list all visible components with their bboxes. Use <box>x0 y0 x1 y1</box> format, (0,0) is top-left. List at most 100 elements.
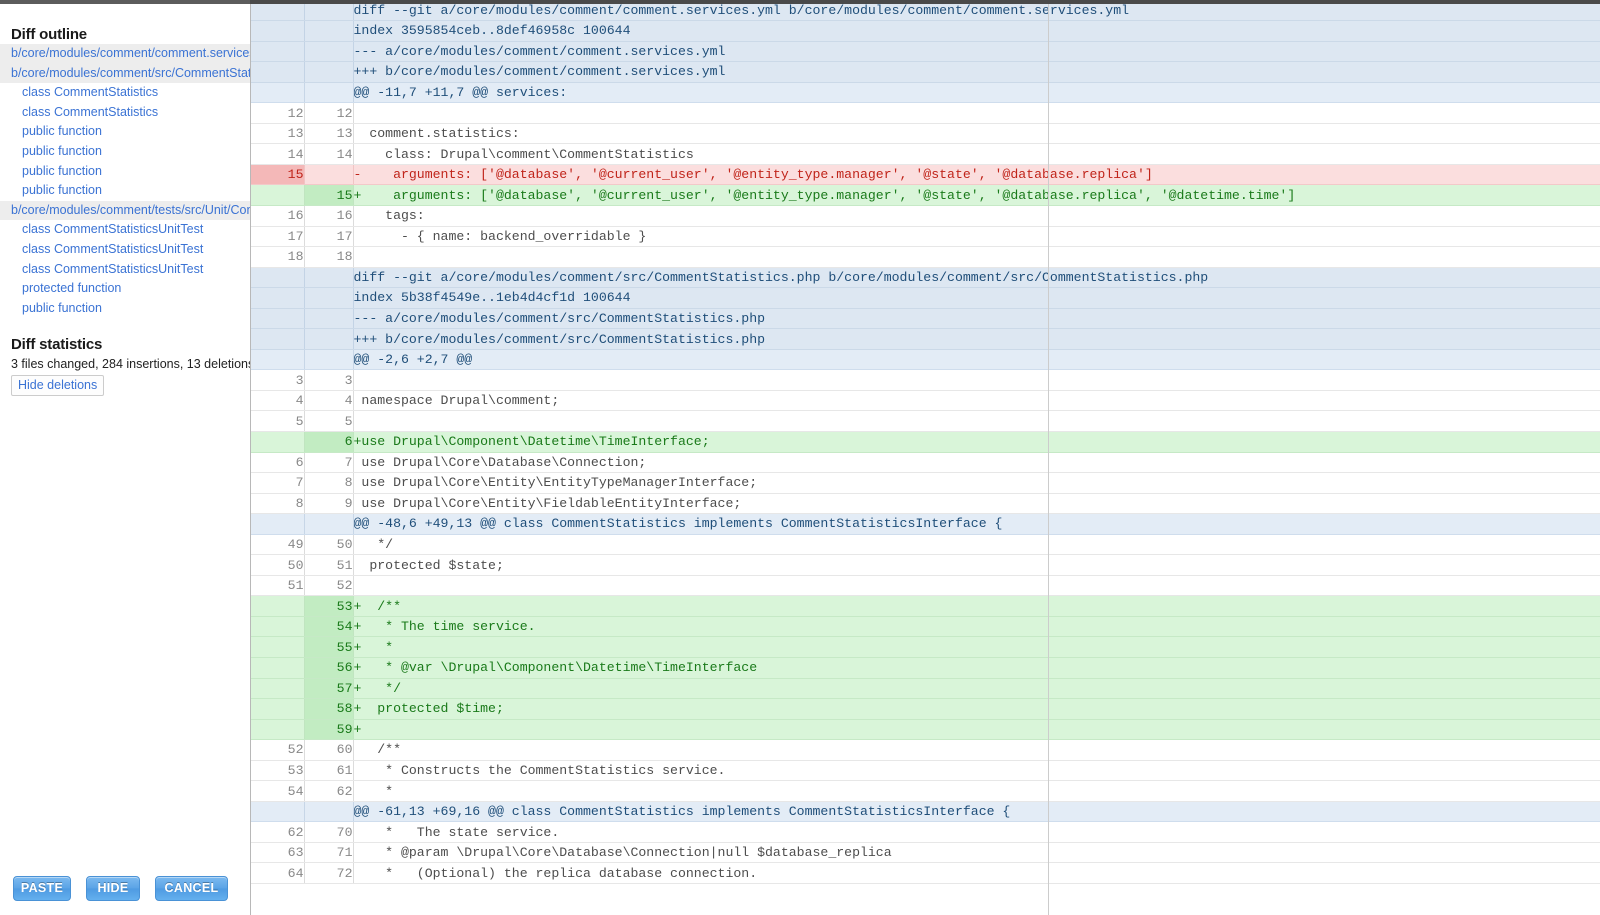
diff-code-cell[interactable]: protected $state; <box>353 555 1600 576</box>
diff-code-cell[interactable]: * <box>353 781 1600 802</box>
diff-code-cell[interactable]: +++ b/core/modules/comment/src/CommentSt… <box>353 329 1600 350</box>
diff-row-add: 59+ <box>251 719 1600 740</box>
diff-code-cell[interactable]: tags: <box>353 205 1600 226</box>
diff-row-ctx: 1616 tags: <box>251 205 1600 226</box>
paste-button[interactable]: PASTE <box>13 876 71 901</box>
old-line-number: 13 <box>251 123 304 144</box>
diff-code-cell[interactable] <box>353 411 1600 432</box>
diff-code-cell[interactable]: + */ <box>353 678 1600 699</box>
outline-symbol-item[interactable]: public function <box>0 142 250 162</box>
diff-code-cell[interactable]: */ <box>353 534 1600 555</box>
diff-code-cell[interactable]: + * The time service. <box>353 616 1600 637</box>
diff-code-cell[interactable]: @@ -61,13 +69,16 @@ class CommentStatist… <box>353 801 1600 822</box>
new-line-number: 60 <box>304 740 353 761</box>
sidebar: Diff outline b/core/modules/comment/comm… <box>0 0 250 915</box>
diff-code-cell[interactable]: - { name: backend_overridable } <box>353 226 1600 247</box>
new-line-number: 12 <box>304 103 353 124</box>
diff-row-meta: --- a/core/modules/comment/comment.servi… <box>251 41 1600 62</box>
outline-symbol-item[interactable]: class CommentStatistics <box>0 103 250 123</box>
outline-symbol-item[interactable]: public function <box>0 299 250 319</box>
old-line-number: 62 <box>251 822 304 843</box>
diff-code-cell[interactable]: index 3595854ceb..8def46958c 100644 <box>353 21 1600 42</box>
outline-file-item[interactable]: b/core/modules/comment/src/CommentStatis… <box>0 64 250 84</box>
hide-button[interactable]: HIDE <box>86 876 140 901</box>
diff-row-meta: --- a/core/modules/comment/src/CommentSt… <box>251 308 1600 329</box>
diff-row-ctx: 1212 <box>251 103 1600 124</box>
hide-deletions-button[interactable]: Hide deletions <box>11 375 104 396</box>
old-line-number <box>251 308 304 329</box>
new-line-number: 55 <box>304 637 353 658</box>
diff-code-cell[interactable] <box>353 247 1600 268</box>
outline-file-item[interactable]: b/core/modules/comment/tests/src/Unit/Co… <box>0 201 250 221</box>
diff-code-cell[interactable]: + arguments: ['@database', '@current_use… <box>353 185 1600 206</box>
diff-code-cell[interactable]: class: Drupal\comment\CommentStatistics <box>353 144 1600 165</box>
diff-row-ctx: 6472 * (Optional) the replica database c… <box>251 863 1600 884</box>
outline-symbol-item[interactable]: protected function <box>0 279 250 299</box>
cancel-button[interactable]: CANCEL <box>155 876 228 901</box>
new-line-number: 54 <box>304 616 353 637</box>
old-line-number <box>251 21 304 42</box>
diff-code-cell[interactable]: + /** <box>353 596 1600 617</box>
diff-code-cell[interactable]: + protected $time; <box>353 699 1600 720</box>
new-line-number <box>304 329 353 350</box>
diff-code-cell[interactable]: use Drupal\Core\Entity\EntityTypeManager… <box>353 473 1600 494</box>
outline-symbol-item[interactable]: public function <box>0 181 250 201</box>
new-line-number: 58 <box>304 699 353 720</box>
outline-file-item[interactable]: b/core/modules/comment/comment.services.… <box>0 44 250 64</box>
diff-code-cell[interactable]: * @param \Drupal\Core\Database\Connectio… <box>353 842 1600 863</box>
new-line-number: 57 <box>304 678 353 699</box>
new-line-number: 59 <box>304 719 353 740</box>
old-line-number: 16 <box>251 205 304 226</box>
diff-code-cell[interactable]: comment.statistics: <box>353 123 1600 144</box>
new-line-number: 15 <box>304 185 353 206</box>
diff-code-cell[interactable]: @@ -48,6 +49,13 @@ class CommentStatisti… <box>353 514 1600 535</box>
diff-row-ctx: 5051 protected $state; <box>251 555 1600 576</box>
diff-row-hunk: @@ -2,6 +2,7 @@ <box>251 349 1600 370</box>
diff-code-cell[interactable]: * Constructs the CommentStatistics servi… <box>353 760 1600 781</box>
old-line-number: 14 <box>251 144 304 165</box>
diff-code-cell[interactable]: + * <box>353 637 1600 658</box>
old-line-number <box>251 82 304 103</box>
diff-code-cell[interactable]: /** <box>353 740 1600 761</box>
diff-code-cell[interactable]: --- a/core/modules/comment/src/CommentSt… <box>353 308 1600 329</box>
new-line-number: 52 <box>304 575 353 596</box>
diff-row-meta: +++ b/core/modules/comment/src/CommentSt… <box>251 329 1600 350</box>
diff-code-cell[interactable]: namespace Drupal\comment; <box>353 390 1600 411</box>
diff-row-add: 55+ * <box>251 637 1600 658</box>
diff-code-cell[interactable]: use Drupal\Core\Entity\FieldableEntityIn… <box>353 493 1600 514</box>
diff-code-cell[interactable]: +++ b/core/modules/comment/comment.servi… <box>353 62 1600 83</box>
diff-code-cell[interactable]: --- a/core/modules/comment/comment.servi… <box>353 41 1600 62</box>
outline-symbol-item[interactable]: class CommentStatisticsUnitTest <box>0 260 250 280</box>
diff-code-cell[interactable] <box>353 575 1600 596</box>
new-line-number <box>304 288 353 309</box>
new-line-number <box>304 308 353 329</box>
diff-content-pane[interactable]: diff --git a/core/modules/comment/commen… <box>250 0 1600 915</box>
outline-symbol-item[interactable]: class CommentStatistics <box>0 83 250 103</box>
new-line-number: 56 <box>304 658 353 679</box>
old-line-number <box>251 801 304 822</box>
diff-row-ctx: 1717 - { name: backend_overridable } <box>251 226 1600 247</box>
outline-symbol-item[interactable]: public function <box>0 162 250 182</box>
diff-code-cell[interactable]: + <box>353 719 1600 740</box>
diff-code-cell[interactable]: + * @var \Drupal\Component\Datetime\Time… <box>353 658 1600 679</box>
diff-code-cell[interactable]: diff --git a/core/modules/comment/src/Co… <box>353 267 1600 288</box>
diff-code-cell[interactable] <box>353 370 1600 391</box>
old-line-number <box>251 637 304 658</box>
diff-row-ctx: 5260 /** <box>251 740 1600 761</box>
diff-code-cell[interactable] <box>353 103 1600 124</box>
diff-code-cell[interactable]: * (Optional) the replica database connec… <box>353 863 1600 884</box>
outline-symbol-item[interactable]: class CommentStatisticsUnitTest <box>0 220 250 240</box>
old-line-number <box>251 699 304 720</box>
window-top-edge-left <box>0 0 250 4</box>
diff-code-cell[interactable]: * The state service. <box>353 822 1600 843</box>
diff-code-cell[interactable]: index 5b38f4549e..1eb4d4cf1d 100644 <box>353 288 1600 309</box>
diff-code-cell[interactable]: use Drupal\Core\Database\Connection; <box>353 452 1600 473</box>
diff-code-cell[interactable]: @@ -2,6 +2,7 @@ <box>353 349 1600 370</box>
diff-row-add: 54+ * The time service. <box>251 616 1600 637</box>
diff-code-cell[interactable]: @@ -11,7 +11,7 @@ services: <box>353 82 1600 103</box>
diff-row-ctx: 5152 <box>251 575 1600 596</box>
diff-code-cell[interactable]: +use Drupal\Component\Datetime\TimeInter… <box>353 431 1600 452</box>
diff-code-cell[interactable]: - arguments: ['@database', '@current_use… <box>353 164 1600 185</box>
outline-symbol-item[interactable]: class CommentStatisticsUnitTest <box>0 240 250 260</box>
outline-symbol-item[interactable]: public function <box>0 122 250 142</box>
